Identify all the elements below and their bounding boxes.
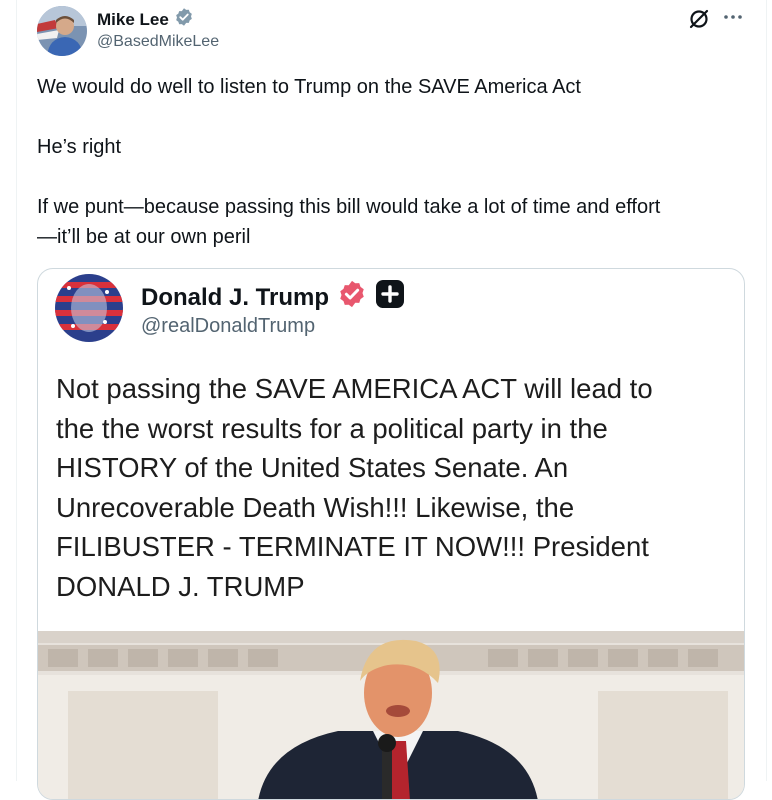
post-text-line: He’s right — [37, 136, 122, 158]
quoted-author-name: Donald J. Trump — [141, 283, 330, 311]
quoted-text-line: the the worst results for a political pa… — [56, 412, 608, 444]
truth-plus-icon — [375, 279, 405, 316]
quoted-text-line: DONALD J. TRUMP — [56, 570, 305, 602]
quoted-photo[interactable] — [38, 631, 744, 799]
quoted-text-line: Unrecoverable Death Wish!!! Likewise, th… — [56, 491, 575, 523]
quoted-author-handle: @realDonaldTrump — [141, 315, 316, 337]
quoted-text-line: Not passing the SAVE AMERICA ACT will le… — [56, 373, 653, 404]
quoted-text-line: FILIBUSTER - TERMINATE IT NOW!!! Preside… — [56, 531, 649, 562]
avatar[interactable] — [37, 6, 87, 56]
author-name[interactable]: Mike Lee — [97, 10, 169, 30]
quoted-text: Not passing the SAVE AMERICA ACT will le… — [56, 369, 726, 606]
author-handle[interactable]: @BasedMikeLee — [97, 33, 219, 51]
verified-badge-icon — [174, 7, 194, 32]
post-text-line: We would do well to listen to Trump on t… — [37, 76, 581, 98]
author-name-row[interactable]: Mike Lee — [97, 7, 194, 32]
post-text-line: —it’ll be at our own peril — [37, 226, 251, 248]
truth-verified-badge-icon — [337, 279, 367, 316]
quoted-text-line: HISTORY of the United States Senate. An — [56, 452, 569, 483]
more-icon[interactable] — [722, 6, 744, 28]
quoted-author-name-row: Donald J. Trump — [141, 279, 405, 316]
quoted-avatar — [55, 274, 123, 342]
quoted-post-card[interactable]: Donald J. Trump @realDonaldTrump Not pas… — [37, 268, 745, 800]
post-text-line: If we punt—because passing this bill wou… — [37, 196, 661, 218]
grok-icon[interactable] — [688, 8, 710, 30]
